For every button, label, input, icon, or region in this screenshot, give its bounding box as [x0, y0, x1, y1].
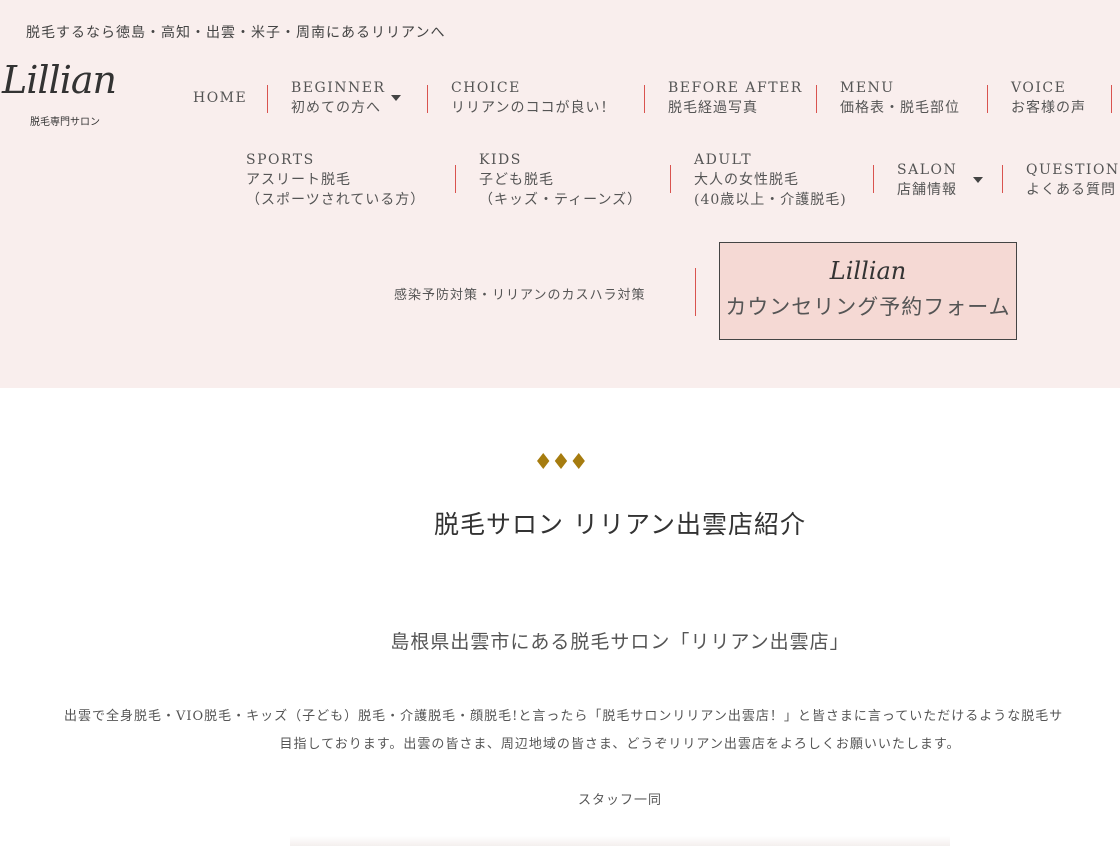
counseling-reservation-button[interactable]: Lillian カウンセリング予約フォーム — [719, 242, 1017, 340]
nav-separator — [267, 85, 268, 113]
nav-sports-en: SPORTS — [246, 152, 315, 168]
nav-choice-en: CHOICE — [451, 80, 521, 96]
nav-adult-ja2: (40歳以上・介護脱毛) — [694, 192, 847, 208]
nav-separator — [644, 85, 645, 113]
nav-separator — [670, 165, 671, 193]
nav-salon[interactable]: SALON 店舗情報 — [897, 160, 983, 200]
nav-menu-en: MENU — [840, 80, 895, 96]
nav-home-label: HOME — [193, 90, 248, 106]
nav-beginner[interactable]: BEGINNER 初めての方へ — [291, 78, 401, 118]
nav-beginner-ja: 初めての方へ — [291, 100, 381, 116]
content-divider — [290, 836, 950, 846]
intro-paragraph-line1: 出雲で全身脱毛・VIO脱毛・キッズ（子ども）脱毛・介護脱毛・顔脱毛!と言ったら「… — [64, 709, 1064, 724]
logo-subtitle: 脱毛専門サロン — [30, 117, 100, 128]
nav-question-en: QUESTION — [1026, 162, 1120, 178]
infection-prevention-link[interactable]: 感染予防対策・リリアンのカスハラ対策 — [394, 284, 645, 303]
nav-sports-ja2: （スポーツされている方） — [246, 192, 426, 208]
dropdown-caret-icon — [391, 95, 401, 101]
nav-before-after-ja: 脱毛経過写真 — [668, 100, 758, 116]
diamond-ornament-icon: ♦♦♦ — [533, 450, 588, 475]
nav-separator — [427, 85, 428, 113]
section-subtitle: 島根県出雲市にある脱毛サロン「リリアン出雲店」 — [390, 631, 850, 653]
nav-voice-en: VOICE — [1011, 80, 1067, 96]
dropdown-caret-icon — [973, 177, 983, 183]
cta-label: カウンセリング予約フォーム — [725, 295, 1011, 319]
nav-voice[interactable]: VOICE お客様の声 — [1011, 78, 1086, 118]
nav-separator — [816, 85, 817, 113]
nav-question[interactable]: QUESTION よくある質問 — [1026, 160, 1120, 200]
nav-sports[interactable]: SPORTS アスリート脱毛 （スポーツされている方） — [246, 150, 425, 210]
staff-signature: スタッフ一同 — [577, 793, 662, 808]
logo-script-text: Lillian — [2, 58, 117, 102]
section-title: 脱毛サロン リリアン出雲店紹介 — [434, 510, 806, 539]
nav-adult[interactable]: ADULT 大人の女性脱毛 (40歳以上・介護脱毛) — [694, 150, 847, 210]
nav-adult-ja: 大人の女性脱毛 — [694, 172, 799, 188]
nav-adult-en: ADULT — [694, 152, 753, 168]
cta-logo-text: Lillian — [829, 257, 907, 285]
nav-before-after[interactable]: BEFORE AFTER 脱毛経過写真 — [668, 78, 803, 118]
header-tagline: 脱毛するなら徳島・高知・出雲・米子・周南にあるリリアンへ — [26, 25, 446, 41]
nav-separator — [873, 165, 874, 193]
nav-separator — [987, 85, 988, 113]
nav-kids-en: KIDS — [479, 152, 522, 168]
nav-before-after-en: BEFORE AFTER — [668, 80, 803, 96]
nav-home[interactable]: HOME — [193, 88, 247, 108]
nav-kids-ja2: （キッズ・ティーンズ） — [479, 192, 643, 208]
nav-choice-ja: リリアンのココが良い！ — [451, 100, 616, 116]
nav-kids-ja: 子ども脱毛 — [479, 172, 554, 188]
site-header: 脱毛するなら徳島・高知・出雲・米子・周南にあるリリアンへ Lillian 脱毛専… — [0, 0, 1120, 388]
nav-choice[interactable]: CHOICE リリアンのココが良い！ — [451, 78, 615, 118]
nav-sports-ja: アスリート脱毛 — [246, 172, 351, 188]
nav-kids[interactable]: KIDS 子ども脱毛 （キッズ・ティーンズ） — [479, 150, 642, 210]
nav-separator — [455, 165, 456, 193]
nav-salon-ja: 店舗情報 — [897, 182, 957, 198]
nav-beginner-en: BEGINNER — [291, 80, 386, 96]
intro-paragraph-line2: 目指しております。出雲の皆さま、周辺地域の皆さま、どうぞリリアン出雲店をよろしく… — [279, 737, 961, 752]
nav-separator — [695, 268, 696, 316]
nav-separator — [1111, 85, 1112, 113]
nav-question-ja: よくある質問 — [1026, 182, 1116, 198]
nav-salon-en: SALON — [897, 162, 958, 178]
site-logo[interactable]: Lillian 脱毛専門サロン — [2, 58, 152, 130]
nav-menu[interactable]: MENU 価格表・脱毛部位 — [840, 78, 960, 118]
nav-menu-ja: 価格表・脱毛部位 — [840, 100, 960, 116]
nav-separator — [1002, 165, 1003, 193]
nav-voice-ja: お客様の声 — [1011, 100, 1086, 116]
